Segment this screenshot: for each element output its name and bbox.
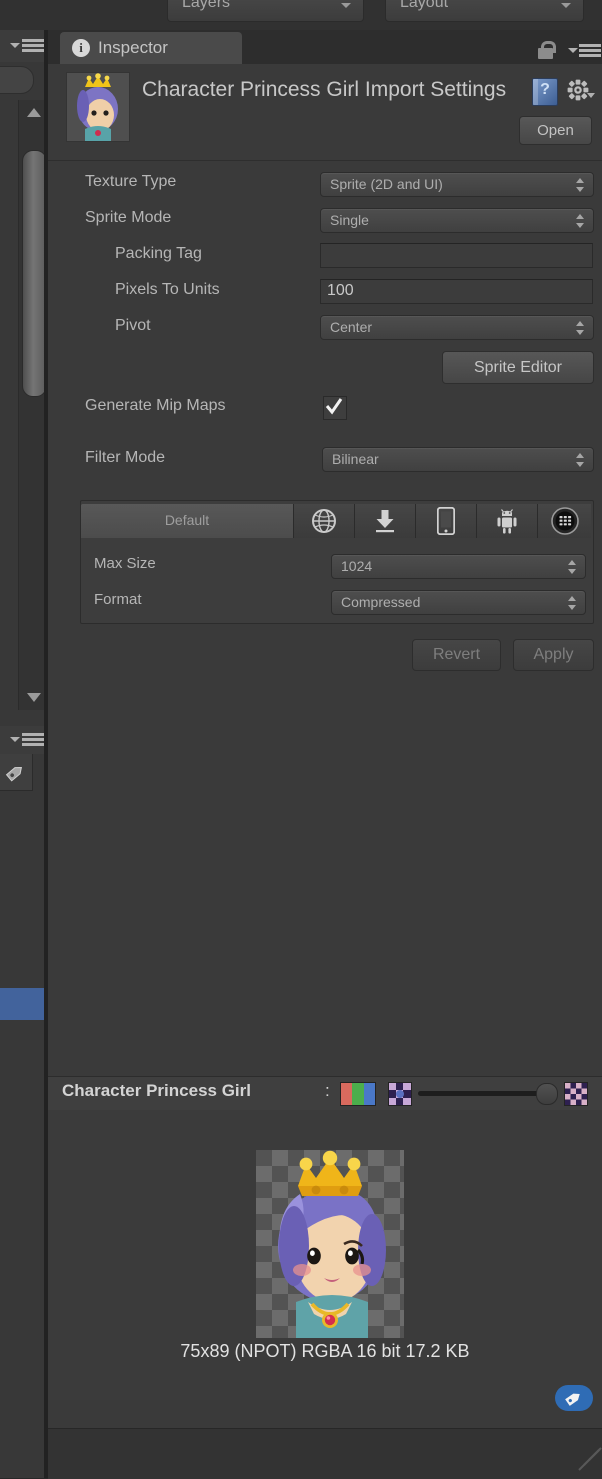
chevron-down-icon <box>341 3 351 8</box>
gear-icon[interactable] <box>566 78 590 102</box>
sidebar-panel-lower <box>0 754 49 1478</box>
layers-dropdown[interactable]: Layers <box>167 0 364 22</box>
platform-tab-bar: Default <box>81 504 591 538</box>
tab-inspector[interactable]: i Inspector <box>60 32 242 64</box>
triangle-up-icon[interactable] <box>27 108 41 117</box>
menu-triangle-icon <box>10 43 20 48</box>
preview-title: Character Princess Girl <box>62 1081 251 1100</box>
filter-mode-dropdown[interactable]: Bilinear <box>322 447 594 472</box>
hamburger-menu-icon[interactable] <box>22 733 44 747</box>
platform-tab-default[interactable]: Default <box>81 504 294 538</box>
blackberry-icon <box>550 507 579 535</box>
filter-mode-label: Filter Mode <box>85 449 166 466</box>
tag-badge[interactable] <box>555 1385 593 1411</box>
object-thumbnail[interactable] <box>66 72 130 142</box>
stepper-arrows-icon <box>576 321 585 335</box>
resize-grip[interactable] <box>572 1447 602 1476</box>
hamburger-menu-icon <box>579 44 601 58</box>
page-title: Character Princess Girl Import Settings <box>142 78 507 101</box>
bottom-status-strip <box>48 1428 602 1479</box>
packing-tag-input[interactable] <box>320 243 593 268</box>
rgb-channel-icon[interactable] <box>340 1082 376 1106</box>
platform-tab-standalone[interactable] <box>355 504 416 538</box>
platform-tab-default-label: Default <box>164 512 210 528</box>
hamburger-menu-icon[interactable] <box>22 39 44 53</box>
max-size-label: Max Size <box>94 555 156 572</box>
stepper-arrows-icon <box>568 596 577 610</box>
triangle-down-icon[interactable] <box>27 693 41 702</box>
texture-type-dropdown[interactable]: Sprite (2D and UI) <box>320 172 594 197</box>
open-button[interactable]: Open <box>519 116 592 145</box>
generate-mip-maps-checkbox[interactable] <box>323 396 347 420</box>
mipmap-slider-track[interactable] <box>418 1091 546 1096</box>
chevron-down-icon[interactable] <box>587 93 595 98</box>
mipmap-slider-knob[interactable] <box>536 1083 558 1105</box>
top-toolbar: Layers Layout <box>0 0 602 30</box>
layout-dropdown-label: Layout <box>400 0 449 11</box>
pivot-dropdown[interactable]: Center <box>320 315 594 340</box>
stepper-arrows-icon <box>576 178 585 192</box>
sprite-mode-value: Single <box>330 212 369 228</box>
pivot-label: Pivot <box>115 317 151 334</box>
tab-inspector-label: Inspector <box>98 38 168 57</box>
texture-small-icon[interactable] <box>388 1082 412 1106</box>
sidebar-tag-tab[interactable] <box>0 754 33 791</box>
stepper-arrows-icon <box>576 214 585 228</box>
stepper-arrows-icon <box>568 560 577 574</box>
pixels-to-units-label: Pixels To Units <box>115 281 220 298</box>
phone-icon <box>437 507 455 535</box>
help-book-icon[interactable]: ? <box>532 78 558 106</box>
platform-tab-ios[interactable] <box>416 504 477 538</box>
layers-dropdown-label: Layers <box>182 0 231 11</box>
pivot-value: Center <box>330 319 373 335</box>
max-size-dropdown[interactable]: 1024 <box>331 554 586 579</box>
platform-tab-web[interactable] <box>294 504 355 538</box>
globe-icon <box>312 509 336 533</box>
download-icon <box>376 510 394 533</box>
checkmark-icon <box>325 398 343 415</box>
platform-tab-android[interactable] <box>477 504 538 538</box>
checker-small-icon <box>389 1083 411 1105</box>
help-glyph: ? <box>540 81 550 98</box>
sprite-editor-button[interactable]: Sprite Editor <box>442 351 594 384</box>
princess-sprite-thumbnail-icon <box>67 73 129 141</box>
chevron-down-icon <box>561 3 571 8</box>
princess-sprite-art <box>278 1150 386 1338</box>
sidebar-tab-pill[interactable] <box>0 66 34 94</box>
sidebar-top-bar <box>0 30 48 63</box>
tag-icon <box>5 766 22 782</box>
filter-mode-value: Bilinear <box>332 451 379 467</box>
menu-triangle-icon <box>10 737 20 742</box>
unlocked-padlock-icon[interactable] <box>538 41 556 59</box>
format-label: Format <box>94 591 142 608</box>
tag-icon <box>565 1393 580 1406</box>
sidebar-selected-item[interactable] <box>0 988 44 1020</box>
menu-triangle-icon <box>568 48 578 53</box>
layout-dropdown[interactable]: Layout <box>385 0 584 22</box>
max-size-value: 1024 <box>341 558 373 574</box>
apply-button[interactable]: Apply <box>513 639 594 671</box>
info-icon: i <box>72 39 90 57</box>
checker-large-icon <box>565 1083 587 1105</box>
stepper-arrows-icon <box>576 453 585 467</box>
pixels-to-units-value: 100 <box>327 282 354 299</box>
platform-tab-blackberry[interactable] <box>538 504 591 538</box>
generate-mip-maps-label: Generate Mip Maps <box>85 397 226 414</box>
preview-separator: : <box>325 1081 330 1100</box>
revert-button[interactable]: Revert <box>412 639 501 671</box>
preview-info-text: 75x89 (NPOT) RGBA 16 bit 17.2 KB <box>180 1341 470 1361</box>
format-value: Compressed <box>341 594 421 610</box>
packing-tag-label: Packing Tag <box>115 245 202 262</box>
android-icon <box>497 509 517 534</box>
sprite-mode-label: Sprite Mode <box>85 209 172 226</box>
texture-type-value: Sprite (2D and UI) <box>330 176 443 192</box>
texture-large-icon[interactable] <box>564 1082 588 1106</box>
sidebar-mid-bar <box>0 726 48 754</box>
texture-type-label: Texture Type <box>85 173 177 190</box>
pixels-to-units-input[interactable]: 100 <box>320 279 593 304</box>
format-dropdown[interactable]: Compressed <box>331 590 586 615</box>
sprite-preview[interactable] <box>256 1150 404 1338</box>
sprite-mode-dropdown[interactable]: Single <box>320 208 594 233</box>
